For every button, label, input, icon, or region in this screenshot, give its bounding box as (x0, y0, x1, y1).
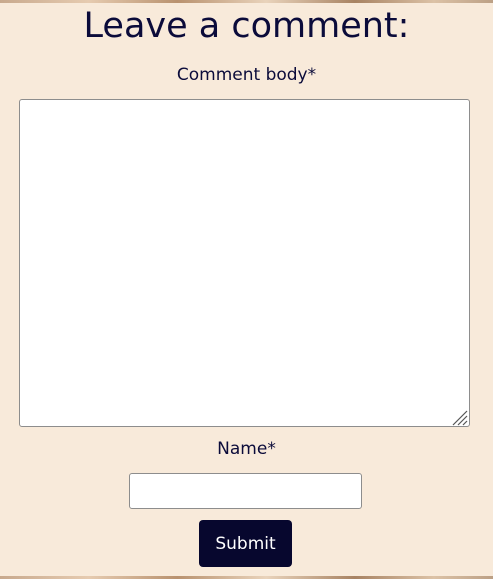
name-label: Name* (217, 439, 276, 459)
name-input[interactable] (129, 473, 362, 509)
resize-handle-icon[interactable] (450, 408, 468, 426)
form-title: Leave a comment: (83, 6, 410, 46)
comment-form: Leave a comment: Comment body* Name* Sub… (0, 0, 493, 579)
submit-button[interactable]: Submit (199, 520, 292, 567)
comment-body-textarea[interactable] (19, 99, 470, 427)
comment-body-label: Comment body* (176, 65, 317, 85)
